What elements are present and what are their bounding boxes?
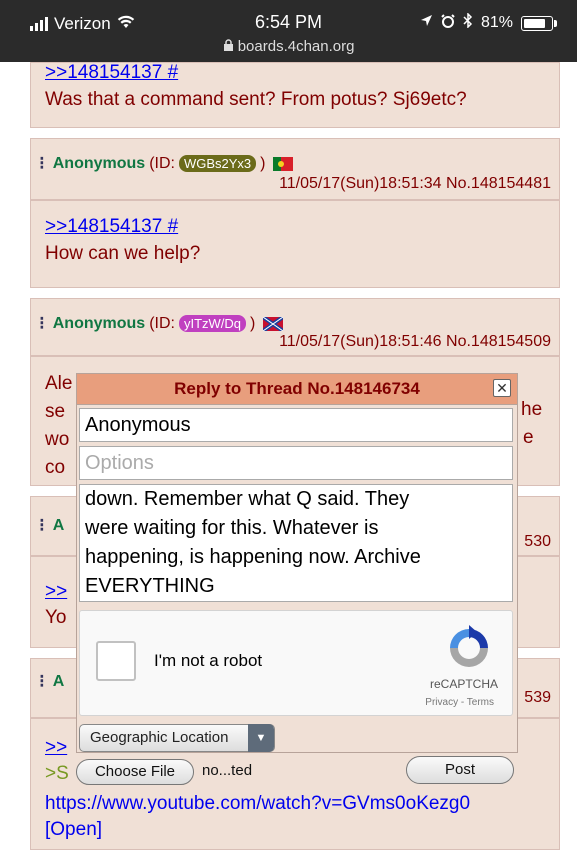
recaptcha-links[interactable]: Privacy - Terms: [425, 697, 494, 708]
alarm-icon: [441, 13, 455, 33]
poster-id-badge[interactable]: WGBs2Yx3: [178, 155, 257, 172]
post-button[interactable]: Post: [406, 756, 514, 784]
post-number[interactable]: No.148154481: [446, 175, 551, 192]
post-header: ⁝ Anonymous (ID: yITzW/Dq ) 11/05/17(Sun…: [30, 298, 560, 356]
poster-id-badge[interactable]: yITzW/Dq: [178, 315, 247, 332]
id-close: ): [260, 154, 266, 172]
reply-title-bar[interactable]: Reply to Thread No.148146734: [77, 374, 517, 405]
post-message: Was that a command sent? From potus? Sj6…: [45, 89, 467, 110]
id-label: (ID:: [149, 314, 175, 332]
geographic-location-select[interactable]: Geographic Location ▼: [79, 724, 275, 752]
recaptcha-brand: reCAPTCHA: [429, 677, 498, 691]
comment-line: EVERYTHING: [85, 575, 215, 597]
captcha-label: I'm not a robot: [154, 651, 263, 670]
comment-line: were waiting for this. Whatever is: [85, 517, 379, 539]
post-header: ⁝ Anonymous (ID: WGBs2Yx3 ) 11/05/17(Sun…: [30, 138, 560, 200]
post-message-fragment: Yo: [45, 607, 67, 628]
post-number[interactable]: 539: [524, 689, 551, 707]
url-text: boards.4chan.org: [237, 38, 355, 55]
post-menu-icon[interactable]: ⁝: [39, 153, 45, 174]
post-datetime: 11/05/17(Sun)18:51:46: [279, 333, 442, 350]
id-label: (ID:: [149, 154, 175, 172]
portugal-flag-icon: [273, 156, 294, 171]
quote-link[interactable]: >>: [45, 581, 67, 603]
poster-name: A: [52, 516, 65, 534]
battery-percent: 81%: [480, 14, 513, 31]
post-number[interactable]: No.148154509: [446, 333, 551, 350]
post-message-fragment: he: [521, 399, 543, 420]
recaptcha-widget: I'm not a robot reCAPTCHA Privacy - Term…: [79, 610, 513, 716]
post-body-top: >>148154137 # Was that a command sent? F…: [30, 62, 560, 128]
post-datetime: 11/05/17(Sun)18:51:34: [279, 175, 442, 192]
lock-icon: [223, 38, 238, 55]
recaptcha-logo-icon: [444, 623, 494, 673]
file-status: no...ted: [202, 762, 253, 779]
post-menu-icon[interactable]: ⁝: [39, 671, 45, 692]
greentext-fragment: >S: [45, 763, 69, 784]
comment-line: happening, is happening now. Archive: [85, 546, 421, 568]
bluetooth-icon: [463, 12, 473, 33]
id-close: ): [250, 314, 256, 332]
post-message-fragment: e: [523, 427, 534, 448]
poster-name: Anonymous: [52, 314, 146, 332]
quote-link[interactable]: >>: [45, 737, 67, 759]
quote-link[interactable]: >>148154137 #: [45, 216, 178, 237]
post-body: >>148154137 # How can we help?: [30, 200, 560, 288]
address-bar[interactable]: boards.4chan.org: [0, 38, 577, 55]
post-message: How can we help?: [45, 243, 201, 264]
poster-name: Anonymous: [52, 154, 146, 172]
post-number[interactable]: 530: [524, 533, 551, 551]
reply-title: Reply to Thread No.148146734: [174, 379, 420, 398]
confederate-flag-icon: [262, 314, 285, 333]
captcha-checkbox[interactable]: [96, 641, 136, 681]
post-menu-icon[interactable]: ⁝: [39, 313, 45, 334]
post-menu-icon[interactable]: ⁝: [39, 515, 45, 536]
comment-textarea[interactable]: down. Remember what Q said. They were wa…: [79, 484, 513, 602]
location-arrow-icon: [420, 14, 433, 32]
chevron-down-icon: ▼: [248, 724, 274, 752]
ios-status-bar: Verizon 6:54 PM boards.4chan.org 81%: [0, 0, 577, 62]
post-message-fragment: wo: [45, 429, 70, 450]
post-message-fragment: Ale: [45, 373, 73, 394]
poster-name: A: [52, 672, 65, 690]
post-message-fragment: co: [45, 457, 66, 478]
options-field[interactable]: Options: [79, 446, 513, 480]
quick-reply-form: Reply to Thread No.148146734 ✕ Anonymous…: [76, 373, 518, 753]
status-right: 81%: [420, 12, 557, 33]
close-icon[interactable]: ✕: [493, 379, 511, 397]
battery-icon: [521, 15, 557, 31]
quote-link[interactable]: >>148154137 #: [45, 62, 178, 83]
post-message-fragment: se: [45, 401, 66, 422]
select-value: Geographic Location: [90, 729, 229, 746]
comment-line: down. Remember what Q said. They: [85, 488, 410, 510]
choose-file-button[interactable]: Choose File: [76, 759, 194, 785]
youtube-link[interactable]: https://www.youtube.com/watch?v=GVms0oKe…: [45, 793, 470, 815]
open-link[interactable]: [Open]: [45, 819, 102, 841]
name-field[interactable]: Anonymous: [79, 408, 513, 442]
